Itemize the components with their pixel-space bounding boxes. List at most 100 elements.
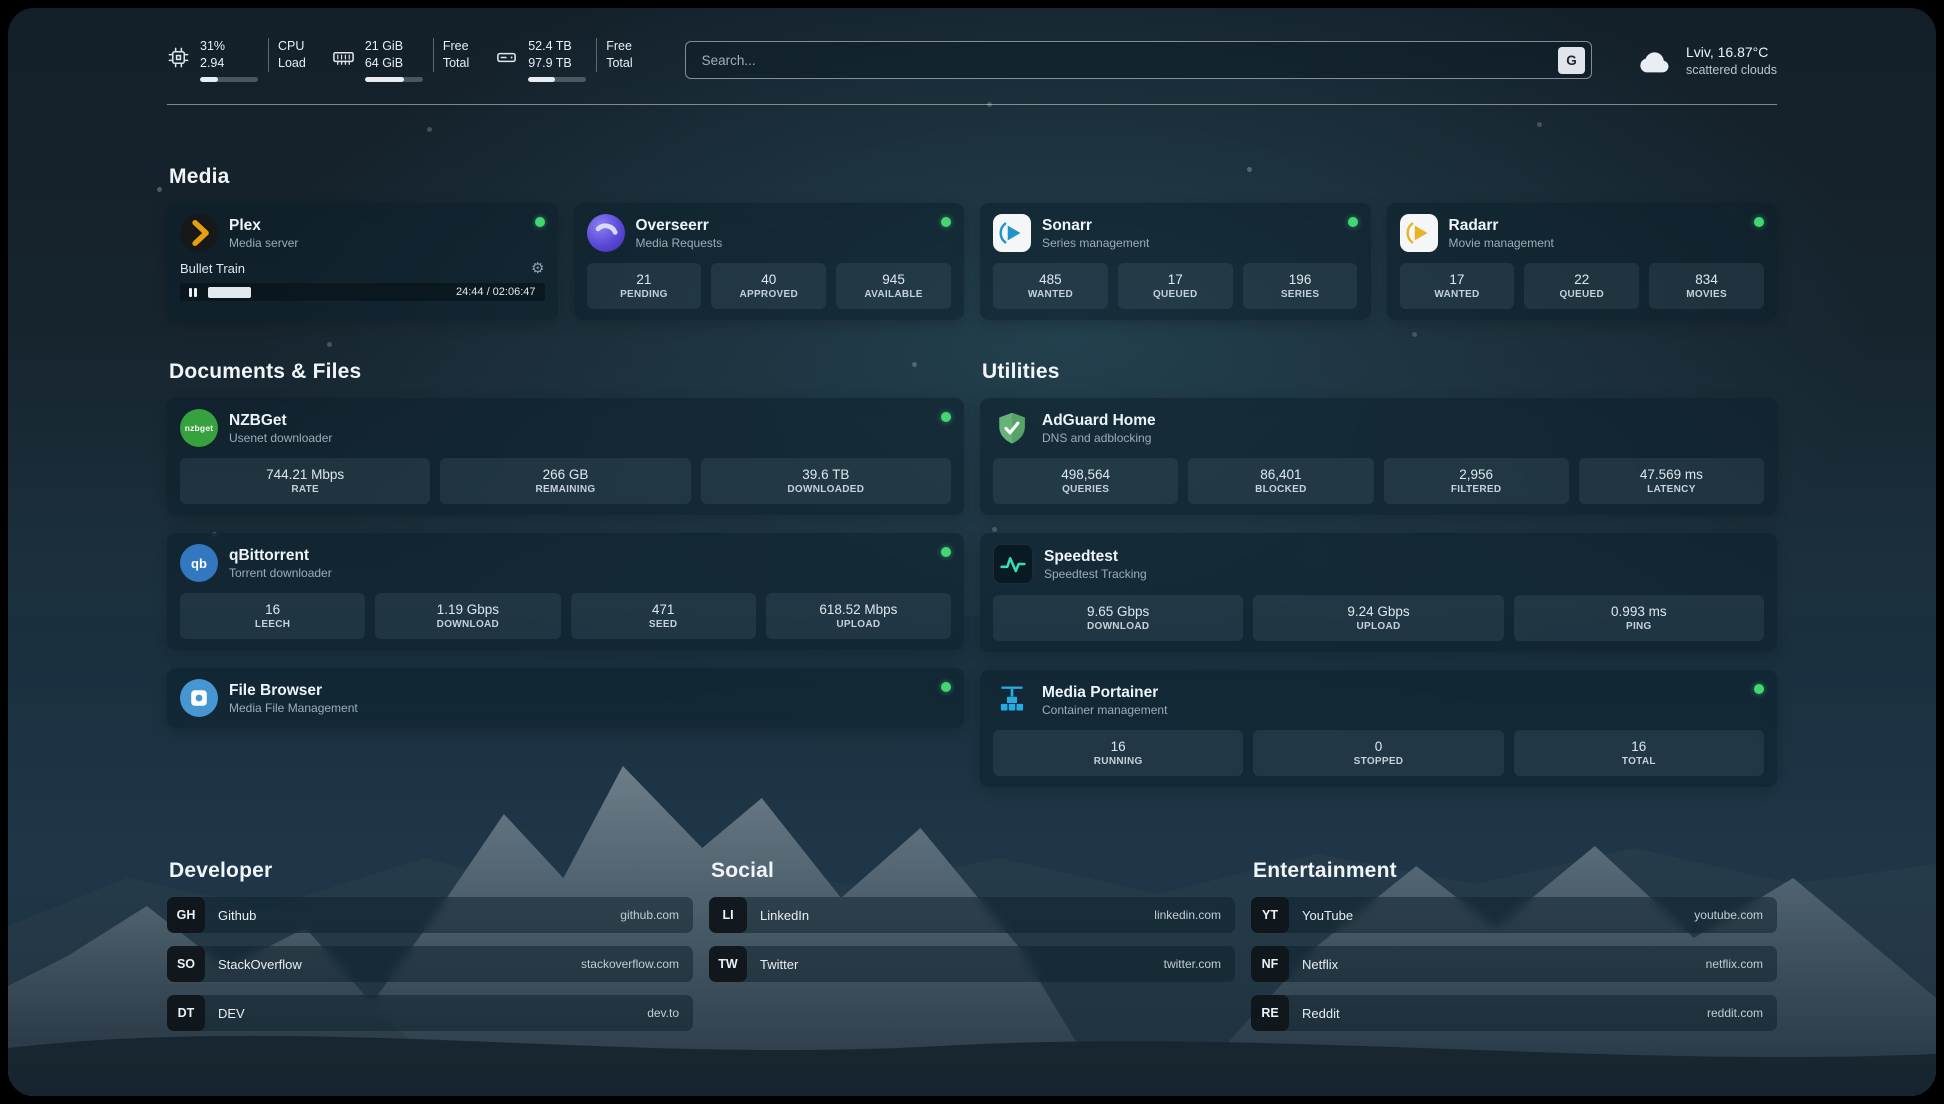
cpu-label-bottom: Load bbox=[278, 55, 306, 72]
cpu-values: 31% 2.94 bbox=[200, 38, 258, 82]
header-divider bbox=[167, 104, 1777, 105]
disk-label-top: Free bbox=[606, 38, 632, 55]
stat-value: 16 bbox=[265, 602, 280, 617]
bookmark-youtube[interactable]: YT YouTube youtube.com bbox=[1251, 897, 1777, 933]
playback-progress-track[interactable] bbox=[208, 287, 450, 298]
disk-progress-fill bbox=[528, 77, 555, 82]
search-bar[interactable]: G bbox=[685, 41, 1592, 79]
stat-label: FILTERED bbox=[1451, 484, 1502, 495]
disk-progress-bar bbox=[528, 77, 586, 82]
cpu-usage-value: 31% bbox=[200, 38, 258, 55]
stat-value: 0.993 ms bbox=[1611, 604, 1667, 619]
sonarr-stats: 485 WANTED 17 QUEUED 196 SERIES bbox=[993, 263, 1358, 309]
nzbget-icon-text: nzbget bbox=[185, 423, 214, 433]
disk-values: 52.4 TB 97.9 TB bbox=[528, 38, 586, 82]
bookmark-name: DEV bbox=[218, 1006, 245, 1021]
app-card-plex[interactable]: Plex Media server Bullet Train ⚙ bbox=[167, 203, 558, 320]
app-card-adguard[interactable]: AdGuard Home DNS and adblocking 498,564 … bbox=[980, 398, 1777, 515]
gear-icon[interactable]: ⚙ bbox=[531, 261, 544, 276]
speedtest-stats: 9.65 Gbps DOWNLOAD 9.24 Gbps UPLOAD 0.99… bbox=[993, 595, 1764, 641]
status-dot bbox=[1754, 217, 1764, 227]
bookmark-twitter[interactable]: TW Twitter twitter.com bbox=[709, 946, 1235, 982]
cpu-metric: 31% 2.94 CPU Load bbox=[167, 38, 306, 82]
app-card-qbittorrent[interactable]: qb qBittorrent Torrent downloader 16 LEE… bbox=[167, 533, 964, 650]
qbittorrent-icon: qb bbox=[180, 544, 218, 582]
status-dot bbox=[941, 682, 951, 692]
app-card-radarr[interactable]: Radarr Movie management 17 WANTED 22 QUE… bbox=[1387, 203, 1778, 320]
stat-pending: 21 PENDING bbox=[587, 263, 702, 309]
app-card-portainer[interactable]: Media Portainer Container management 16 … bbox=[980, 670, 1777, 787]
app-card-nzbget[interactable]: nzbget NZBGet Usenet downloader 744.21 M… bbox=[167, 398, 964, 515]
stat-filtered: 2,956 FILTERED bbox=[1384, 458, 1569, 504]
app-card-overseerr[interactable]: Overseerr Media Requests 21 PENDING 40 A… bbox=[574, 203, 965, 320]
bookmark-stackoverflow[interactable]: SO StackOverflow stackoverflow.com bbox=[167, 946, 693, 982]
app-name: Media Portainer bbox=[1042, 683, 1167, 703]
disk-icon bbox=[495, 38, 518, 69]
app-subtitle: Movie management bbox=[1449, 236, 1554, 251]
search-engine-button[interactable]: G bbox=[1558, 47, 1585, 74]
app-card-filebrowser[interactable]: File Browser Media File Management bbox=[167, 668, 964, 728]
app-card-speedtest[interactable]: Speedtest Speedtest Tracking 9.65 Gbps D… bbox=[980, 533, 1777, 652]
stat-value: 16 bbox=[1111, 739, 1126, 754]
app-name: qBittorrent bbox=[229, 546, 332, 566]
status-dot bbox=[941, 547, 951, 557]
stat-value: 498,564 bbox=[1061, 467, 1110, 482]
app-subtitle: DNS and adblocking bbox=[1042, 431, 1156, 446]
disk-free-value: 52.4 TB bbox=[528, 38, 586, 55]
developer-section-title: Developer bbox=[169, 859, 693, 883]
media-section-title: Media bbox=[169, 165, 1777, 189]
stat-value: 0 bbox=[1375, 739, 1383, 754]
bookmark-name: StackOverflow bbox=[218, 957, 302, 972]
stat-value: 86,401 bbox=[1260, 467, 1301, 482]
stat-latency: 47.569 ms LATENCY bbox=[1579, 458, 1764, 504]
bookmark-netflix[interactable]: NF Netflix netflix.com bbox=[1251, 946, 1777, 982]
disk-labels: Free Total bbox=[596, 38, 632, 72]
stat-value: 945 bbox=[882, 272, 905, 287]
qbittorrent-stats: 16 LEECH 1.19 Gbps DOWNLOAD 471 SEED 6 bbox=[180, 593, 951, 639]
stat-label: DOWNLOADED bbox=[787, 484, 864, 495]
cpu-progress-bar bbox=[200, 77, 258, 82]
stat-seed: 471 SEED bbox=[571, 593, 756, 639]
stat-label: LEECH bbox=[255, 619, 290, 630]
stat-label: STOPPED bbox=[1354, 756, 1404, 767]
status-dot bbox=[535, 217, 545, 227]
stat-running: 16 RUNNING bbox=[993, 730, 1243, 776]
portainer-icon bbox=[993, 681, 1031, 719]
stat-label: WANTED bbox=[1434, 289, 1479, 300]
pause-button[interactable] bbox=[184, 288, 202, 297]
youtube-icon: YT bbox=[1251, 897, 1289, 933]
developer-column: Developer GH Github github.com SO StackO… bbox=[167, 859, 693, 1044]
bookmark-dev[interactable]: DT DEV dev.to bbox=[167, 995, 693, 1031]
stat-value: 196 bbox=[1289, 272, 1312, 287]
app-name: File Browser bbox=[229, 681, 358, 701]
cpu-icon bbox=[167, 38, 190, 69]
stat-label: SEED bbox=[649, 619, 677, 630]
stat-value: 9.65 Gbps bbox=[1087, 604, 1149, 619]
stat-value: 471 bbox=[652, 602, 675, 617]
stat-label: RATE bbox=[291, 484, 319, 495]
speedtest-icon bbox=[993, 544, 1033, 584]
qbittorrent-icon-text: qb bbox=[191, 556, 207, 571]
overseerr-stats: 21 PENDING 40 APPROVED 945 AVAILABLE bbox=[587, 263, 952, 309]
weather-location: Lviv, 16.87°C bbox=[1686, 43, 1777, 62]
status-dot bbox=[1348, 217, 1358, 227]
bookmark-url: dev.to bbox=[647, 1006, 679, 1020]
app-card-sonarr[interactable]: Sonarr Series management 485 WANTED 17 Q… bbox=[980, 203, 1371, 320]
bookmark-github[interactable]: GH Github github.com bbox=[167, 897, 693, 933]
bookmark-linkedin[interactable]: LI LinkedIn linkedin.com bbox=[709, 897, 1235, 933]
stat-label: QUEUED bbox=[1153, 289, 1198, 300]
utilities-column: Utilities AdGuard Home bbox=[980, 360, 1777, 805]
social-section-title: Social bbox=[711, 859, 1235, 883]
stat-label: MOVIES bbox=[1686, 289, 1727, 300]
cpu-load-value: 2.94 bbox=[200, 55, 258, 72]
bookmark-url: youtube.com bbox=[1694, 908, 1763, 922]
weather-widget: Lviv, 16.87°C scattered clouds bbox=[1636, 43, 1777, 78]
status-dot bbox=[1754, 684, 1764, 694]
bookmark-columns: Developer GH Github github.com SO StackO… bbox=[167, 859, 1777, 1044]
bookmark-reddit[interactable]: RE Reddit reddit.com bbox=[1251, 995, 1777, 1031]
stat-movies: 834 MOVIES bbox=[1649, 263, 1764, 309]
bookmark-name: Github bbox=[218, 908, 256, 923]
search-input[interactable] bbox=[700, 52, 1558, 69]
stat-value: 17 bbox=[1168, 272, 1183, 287]
stat-label: AVAILABLE bbox=[864, 289, 922, 300]
